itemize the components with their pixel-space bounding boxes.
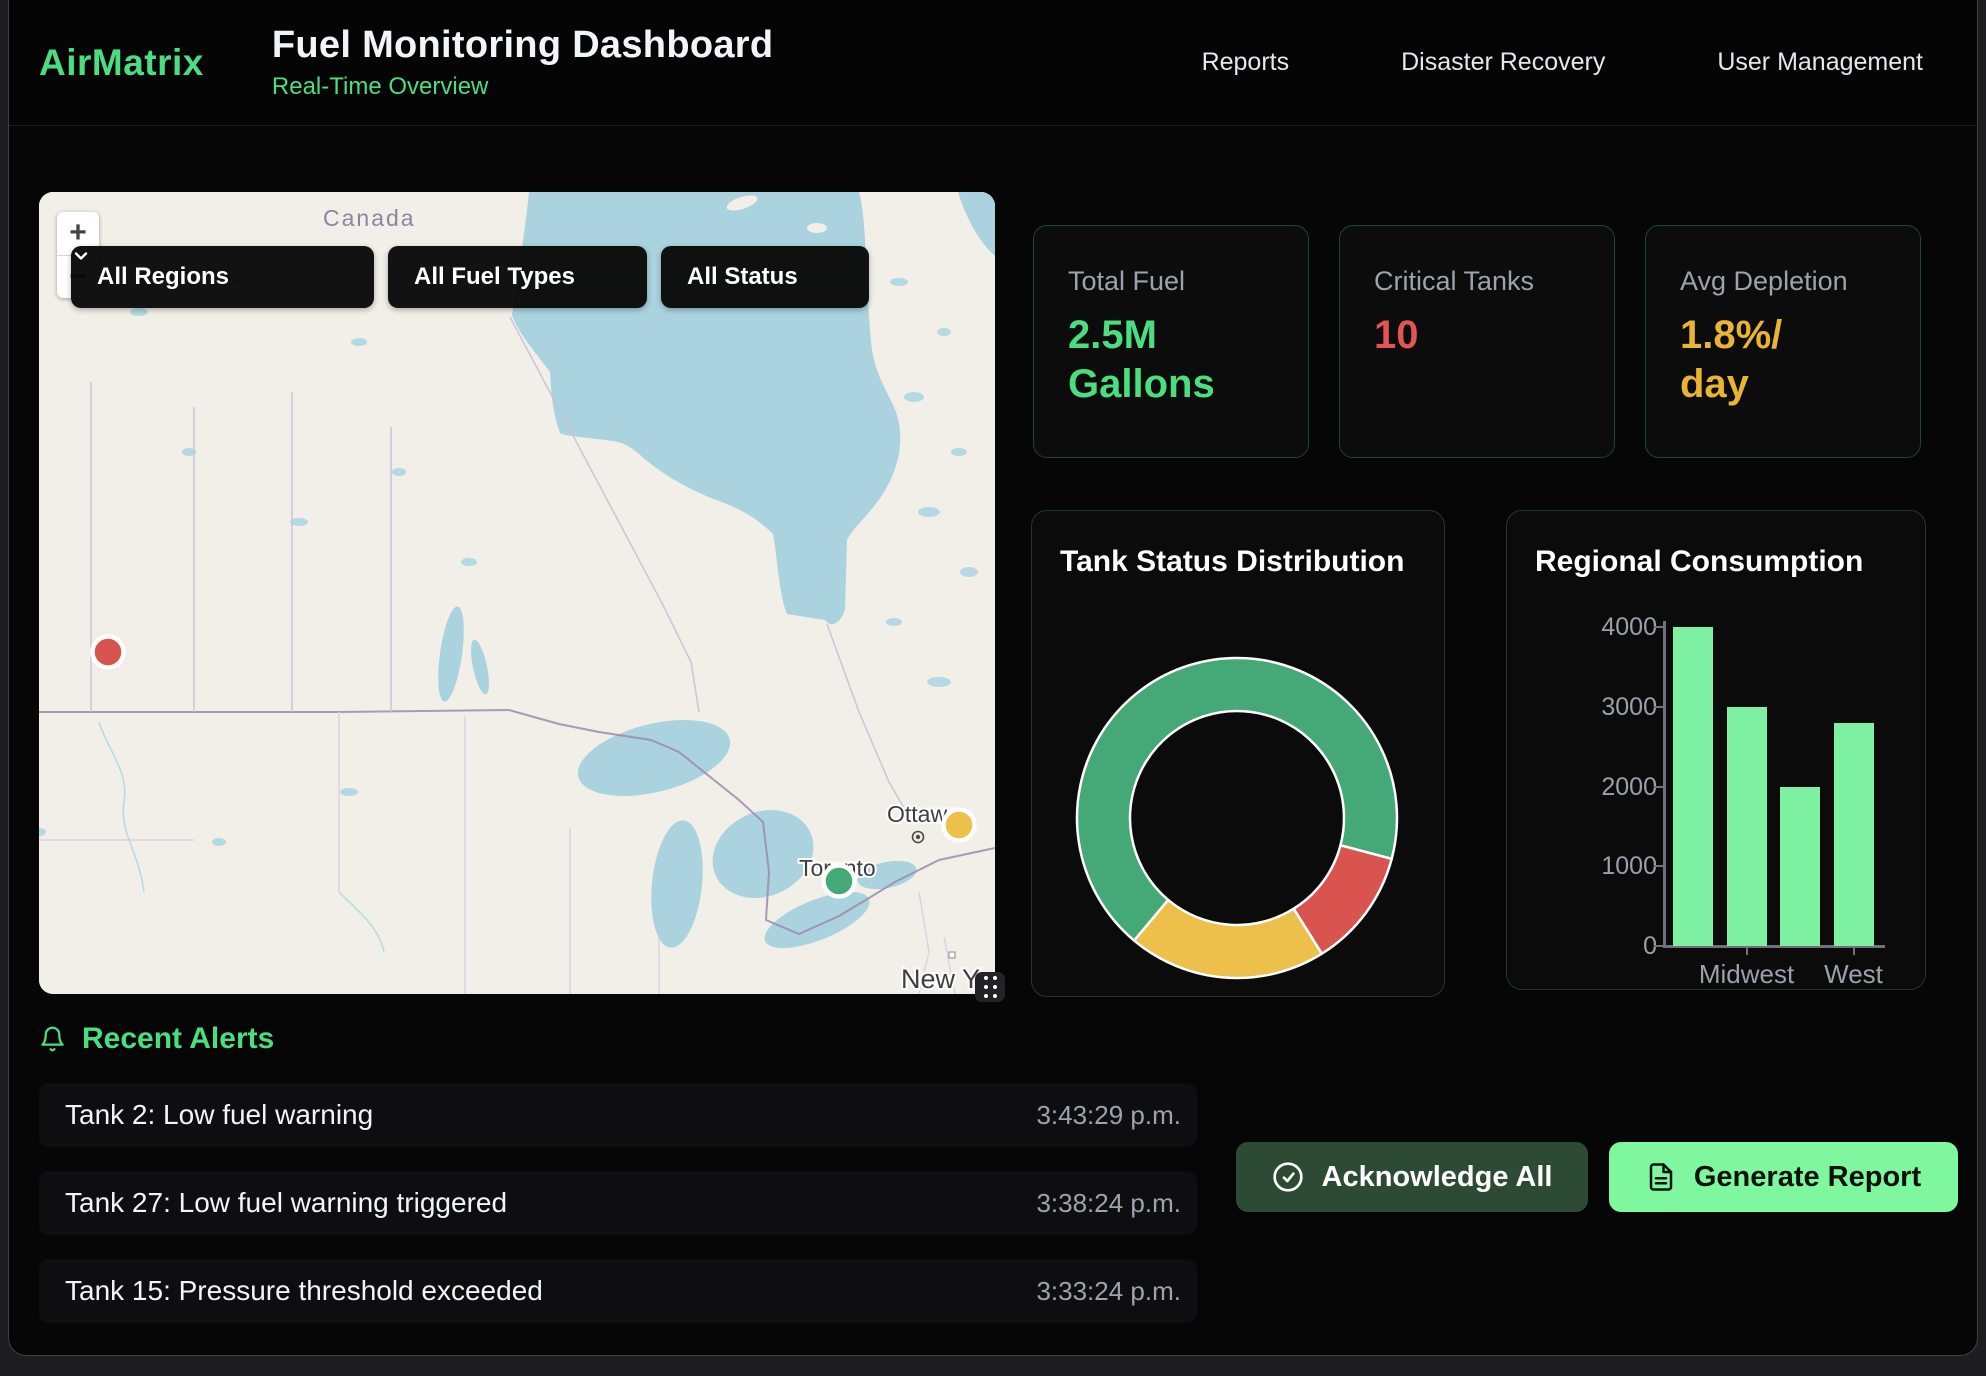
filter-all-status[interactable]: All Status — [661, 246, 869, 308]
bell-icon — [39, 1024, 66, 1054]
alert-row[interactable]: Tank 2: Low fuel warning 3:43:29 p.m. — [39, 1083, 1197, 1147]
nav-item-reports[interactable]: Reports — [1202, 48, 1290, 77]
file-text-icon — [1646, 1162, 1676, 1192]
y-tick-label: 4000 — [1507, 613, 1657, 642]
title-block: Fuel Monitoring Dashboard Real-Time Over… — [272, 24, 773, 101]
tank-marker-normal[interactable] — [824, 866, 855, 897]
map-container[interactable]: Canada Ottawa Toronto New York + − All R… — [39, 192, 995, 994]
regional-consumption-card: Regional Consumption 40003000200010000Mi… — [1506, 510, 1926, 990]
filter-label: All Fuel Types — [388, 263, 575, 291]
stat-card-total-fuel: Total Fuel 2.5M Gallons — [1033, 225, 1309, 458]
alert-timestamp: 3:43:29 p.m. — [1036, 1100, 1197, 1131]
map-canvas[interactable]: Canada Ottawa Toronto New York — [39, 192, 995, 994]
stat-label: Critical Tanks — [1374, 266, 1614, 297]
dashboard-panel: AirMatrix Fuel Monitoring Dashboard Real… — [8, 0, 1978, 1356]
filter-all-regions[interactable]: All Regions — [71, 246, 374, 308]
bar-region-3 — [1780, 787, 1820, 947]
alert-row[interactable]: Tank 15: Pressure threshold exceeded 3:33… — [39, 1259, 1197, 1323]
brand-logo[interactable]: AirMatrix — [39, 42, 204, 84]
x-tick-label-midwest: Midwest — [1699, 959, 1794, 990]
donut-segment-warning — [1134, 900, 1322, 978]
button-label: Acknowledge All — [1322, 1161, 1553, 1194]
bar-west — [1834, 723, 1874, 946]
recent-alerts-header: Recent Alerts — [39, 1022, 274, 1056]
stat-label: Avg Depletion — [1680, 266, 1920, 297]
stat-value: 2.5M Gallons — [1068, 311, 1238, 409]
stat-value: 1.8%/​day — [1680, 311, 1850, 409]
y-tick-label: 3000 — [1507, 693, 1657, 722]
x-tick-mark — [1746, 946, 1748, 955]
alert-text: Tank 27: Low fuel warning triggered — [39, 1187, 507, 1219]
stat-card-critical-tanks: Critical Tanks 10 — [1339, 225, 1615, 458]
bar-midwest — [1727, 707, 1767, 946]
filter-label: All Regions — [71, 263, 229, 291]
stat-label: Total Fuel — [1068, 266, 1308, 297]
nav-item-user-management[interactable]: User Management — [1717, 48, 1923, 77]
check-circle-icon — [1272, 1161, 1304, 1193]
y-tick-label: 1000 — [1507, 852, 1657, 881]
page-subtitle: Real-Time Overview — [272, 73, 773, 101]
tank-marker-warning[interactable] — [944, 810, 975, 841]
bar-region-1 — [1673, 627, 1713, 946]
stat-card-avg-depletion: Avg Depletion 1.8%/​day — [1645, 225, 1921, 458]
map-label-canada: Canada — [323, 205, 416, 231]
tank-status-card: Tank Status Distribution — [1031, 510, 1445, 997]
alert-text: Tank 2: Low fuel warning — [39, 1099, 373, 1131]
app-header: AirMatrix Fuel Monitoring Dashboard Real… — [9, 0, 1977, 126]
regional-consumption-bar-chart: 4000 3000 2000 1000 0 Midwest West — [1507, 511, 1925, 989]
y-axis-line — [1663, 621, 1666, 946]
nav-item-disaster-recovery[interactable]: Disaster Recovery — [1401, 48, 1605, 77]
recent-alerts-title: Recent Alerts — [82, 1022, 274, 1056]
alert-text: Tank 15: Pressure threshold exceeded — [39, 1275, 543, 1307]
map-island — [807, 223, 827, 233]
page-title: Fuel Monitoring Dashboard — [272, 24, 773, 67]
x-tick-label-west: West — [1824, 959, 1883, 990]
filter-all-fuel-types[interactable]: All Fuel Types — [388, 246, 647, 308]
map-resize-handle[interactable] — [975, 972, 1005, 1002]
main-nav: Reports Disaster Recovery User Management — [1202, 48, 1977, 77]
alert-timestamp: 3:38:24 p.m. — [1036, 1188, 1197, 1219]
alert-timestamp: 3:33:24 p.m. — [1036, 1276, 1197, 1307]
map-town-square — [949, 952, 955, 958]
map-filter-bar: All Regions All Fuel Types All Status — [71, 246, 869, 308]
stat-value: 10 — [1374, 311, 1544, 360]
button-label: Generate Report — [1694, 1161, 1921, 1194]
alert-row[interactable]: Tank 27: Low fuel warning triggered 3:38:… — [39, 1171, 1197, 1235]
donut-chart-title: Tank Status Distribution — [1060, 545, 1404, 579]
tank-status-donut-chart — [1032, 511, 1446, 998]
y-tick-label: 2000 — [1507, 773, 1657, 802]
y-tick-label: 0 — [1507, 932, 1657, 961]
generate-report-button[interactable]: Generate Report — [1609, 1142, 1958, 1212]
x-tick-mark — [1853, 946, 1855, 955]
acknowledge-all-button[interactable]: Acknowledge All — [1236, 1142, 1588, 1212]
filter-label: All Status — [661, 263, 798, 291]
tank-marker-critical[interactable] — [93, 637, 124, 668]
